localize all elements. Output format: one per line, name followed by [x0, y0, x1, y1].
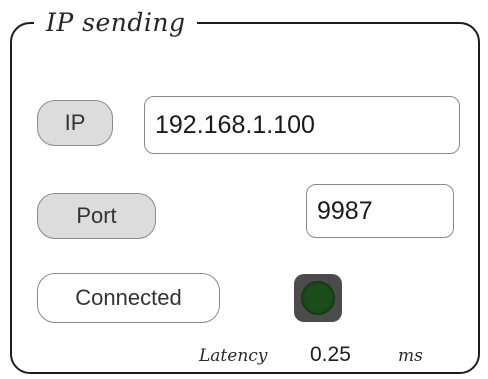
connection-led-icon	[301, 281, 335, 315]
connection-indicator	[294, 274, 342, 322]
ip-address-field[interactable]: 192.168.1.100	[144, 96, 460, 154]
port-label-button[interactable]: Port	[37, 193, 156, 239]
ip-label-button[interactable]: IP	[37, 100, 113, 146]
latency-unit: ms	[398, 346, 423, 366]
panel-title: IP sending	[34, 8, 198, 38]
latency-label: Latency	[199, 346, 268, 366]
latency-value: 0.25	[310, 343, 351, 366]
connected-button[interactable]: Connected	[37, 273, 220, 323]
port-field[interactable]: 9987	[306, 184, 454, 238]
